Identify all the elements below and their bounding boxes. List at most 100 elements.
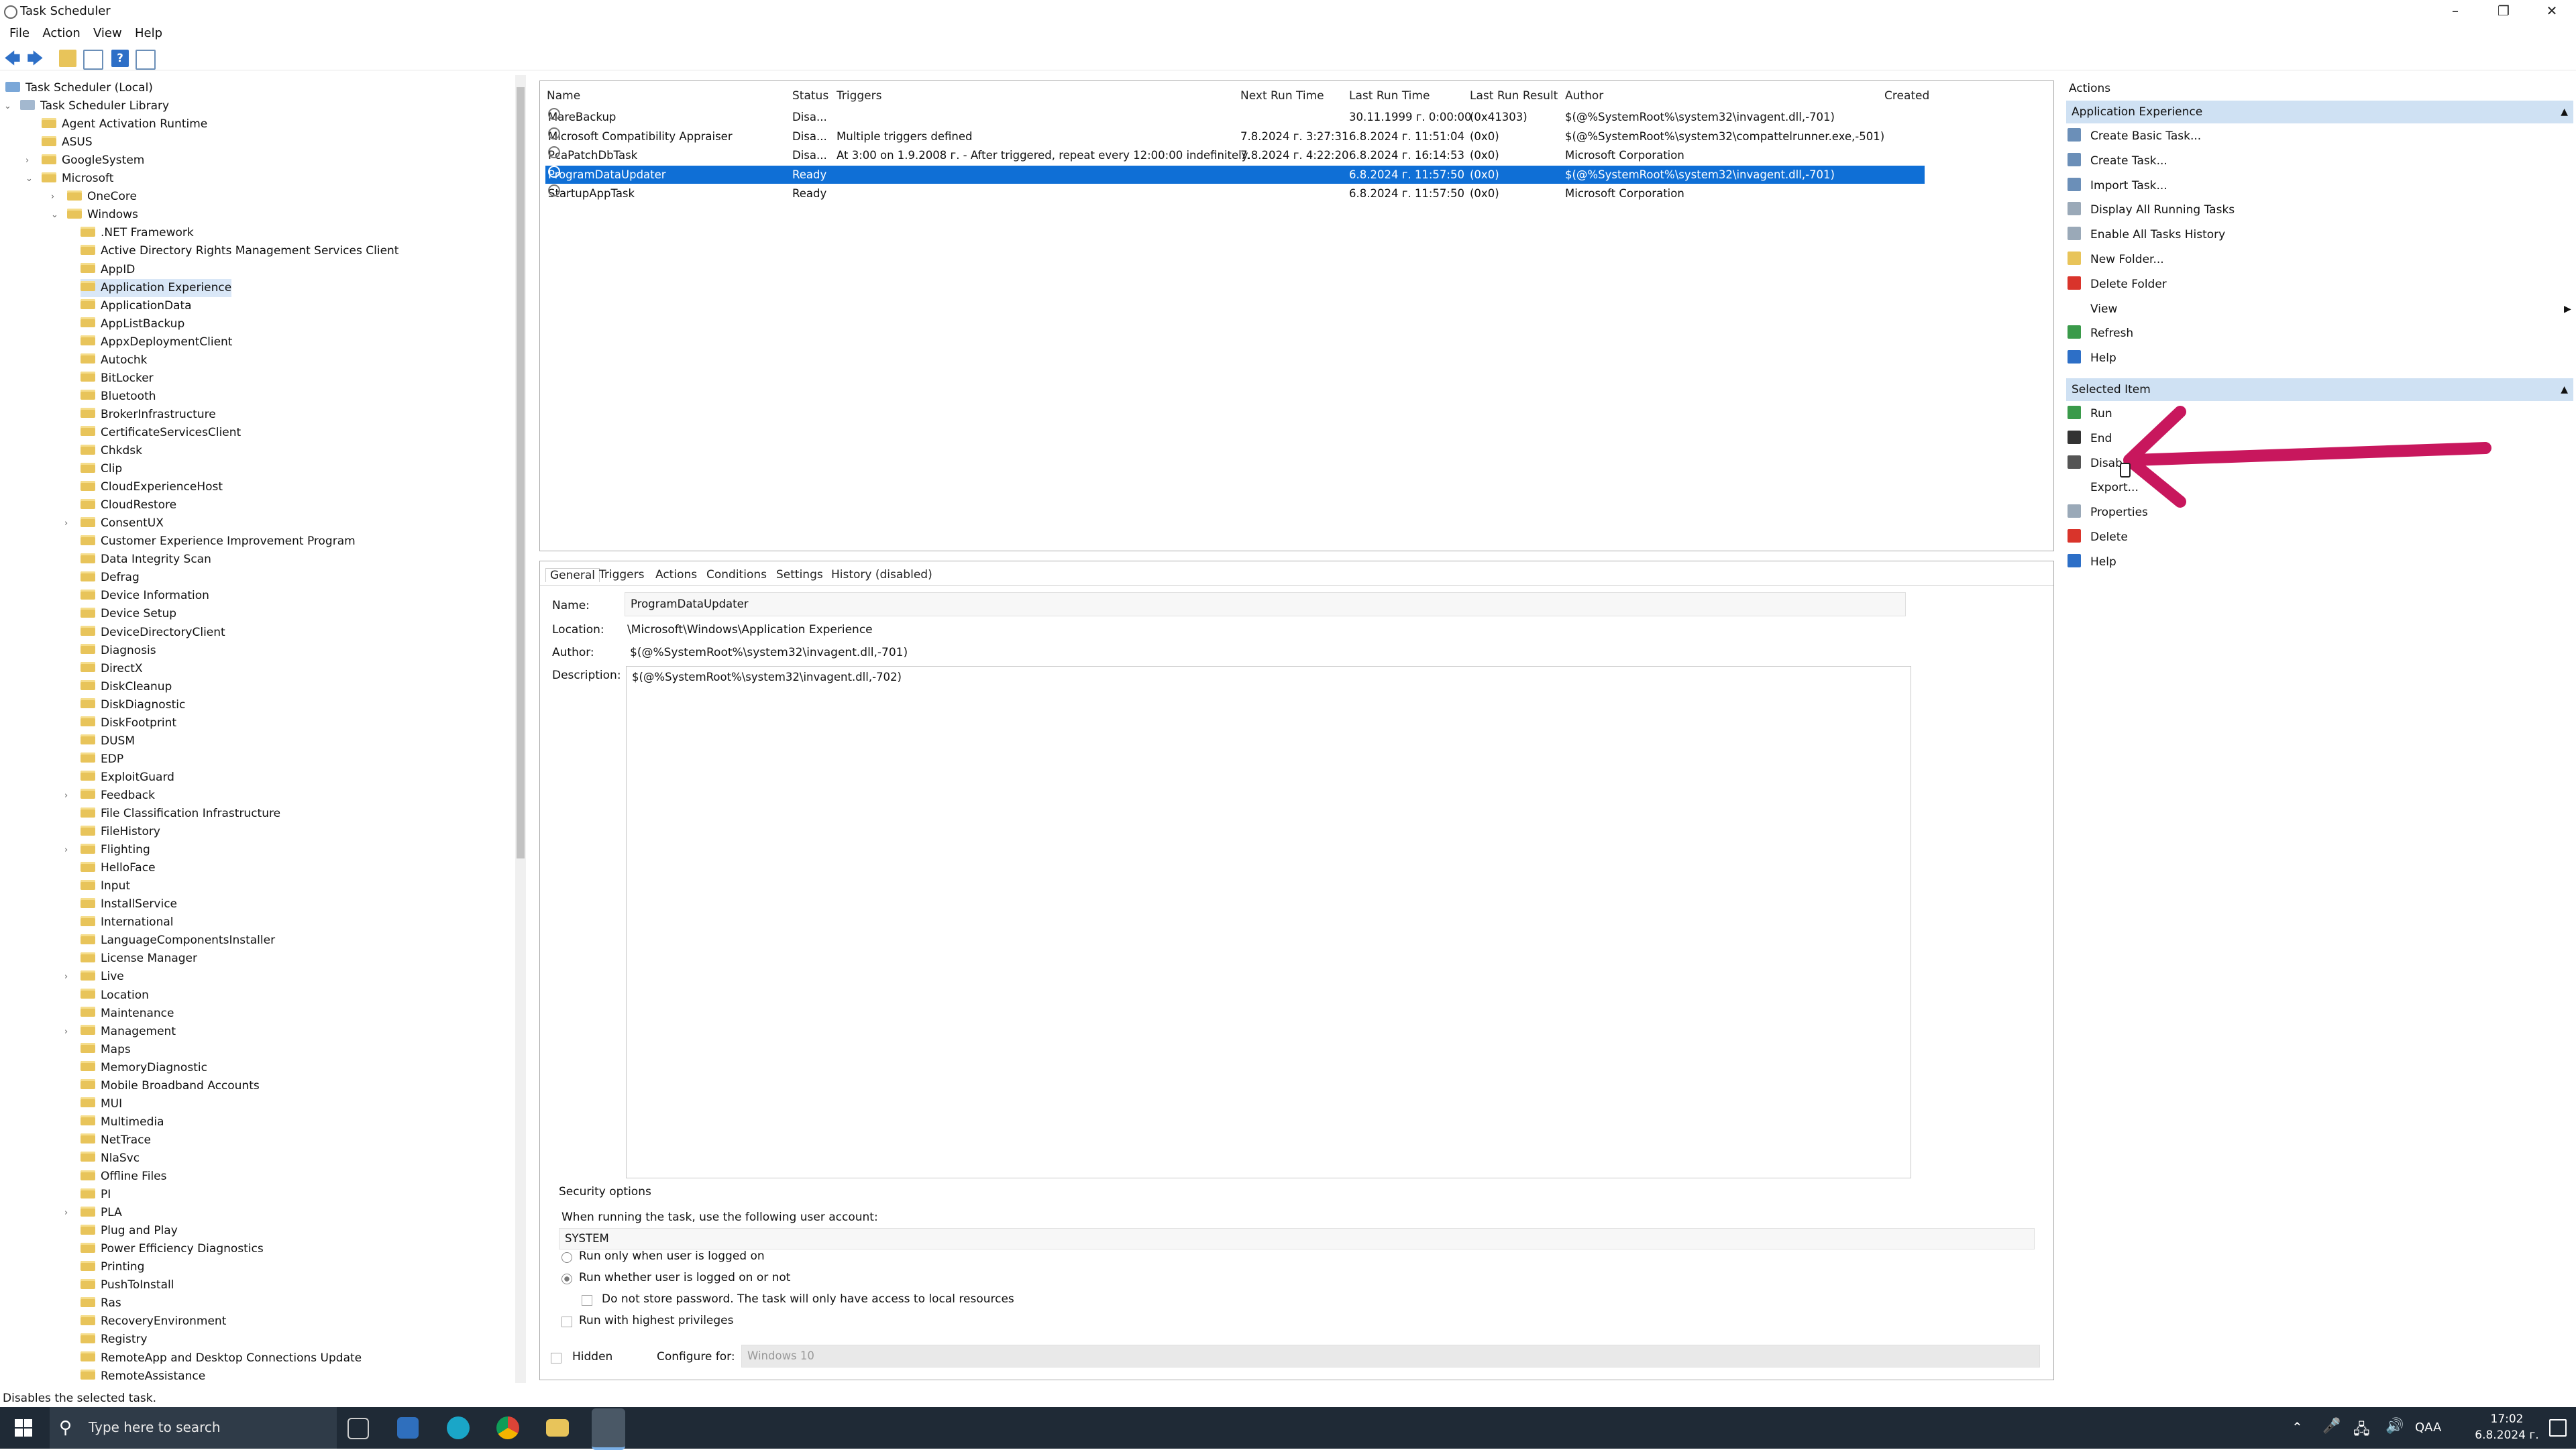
collapse-icon[interactable]: ▲ [2561, 101, 2568, 123]
tree-folder[interactable]: Maps [80, 1041, 131, 1059]
tree-folder[interactable]: CloudExperienceHost [80, 478, 223, 496]
search-box[interactable]: ⚲ Type here to search [50, 1407, 337, 1449]
tree-folder-selected[interactable]: Application Experience [80, 278, 232, 297]
action-new-folder[interactable]: New Folder... [2068, 248, 2164, 271]
tree-folder[interactable]: › Live [64, 968, 124, 986]
task-row[interactable]: Microsoft Compatibility Appraiser Disa...… [545, 127, 1925, 146]
task-row[interactable]: PcaPatchDbTask Disa... At 3:00 on 1.9.2008… [545, 146, 1925, 164]
tree-folder[interactable]: Clip [80, 460, 122, 478]
tree-folder[interactable]: › Management [64, 1023, 176, 1041]
tree-folder[interactable]: MemoryDiagnostic [80, 1059, 207, 1077]
file-explorer-icon[interactable] [546, 1419, 569, 1437]
action-help[interactable]: Help [2068, 347, 2116, 370]
show-hide-tree-icon[interactable] [83, 50, 103, 70]
expand-chevron-icon[interactable]: › [64, 787, 68, 805]
tree-library[interactable]: ⌄ Task Scheduler Library [4, 97, 169, 115]
tree-folder[interactable]: Defrag [80, 569, 140, 587]
tree-folder[interactable]: File Classification Infrastructure [80, 805, 280, 823]
tree-folder[interactable]: FileHistory [80, 823, 160, 841]
tree-folder[interactable]: › Flighting [64, 841, 150, 859]
network-icon[interactable]: 🖧 [2353, 1418, 2370, 1443]
column-header-last-result[interactable]: Last Run Result [1470, 89, 1558, 103]
expand-chevron-icon[interactable]: › [51, 188, 54, 206]
minimize-icon[interactable]: – [2435, 0, 2475, 21]
tree-folder[interactable]: › ConsentUX [64, 514, 164, 533]
tree-folder[interactable]: DiskCleanup [80, 678, 172, 696]
menu-view[interactable]: View [93, 24, 122, 43]
back-icon[interactable]: 🡄 [4, 50, 21, 67]
configure-for-select[interactable]: Windows 10 [741, 1345, 2040, 1368]
action-view[interactable]: View ▶ [2068, 298, 2571, 321]
tree-folder[interactable]: Diagnosis [80, 642, 156, 660]
action-create-basic-task[interactable]: Create Basic Task... [2068, 125, 2201, 148]
checkbox-highest-privileges[interactable] [561, 1317, 572, 1327]
tree-folder[interactable]: Autochk [80, 351, 147, 370]
tree-folder[interactable]: BitLocker [80, 370, 154, 388]
tree-folder[interactable]: DiskFootprint [80, 714, 176, 732]
language-indicator[interactable]: QAA [2415, 1420, 2441, 1435]
tree-folder[interactable]: Maintenance [80, 1005, 174, 1023]
tree-folder[interactable]: Multimedia [80, 1113, 164, 1131]
column-header-status[interactable]: Status [792, 89, 828, 103]
expand-chevron-icon[interactable]: › [64, 841, 68, 859]
tree-folder[interactable]: › PLA [64, 1204, 122, 1222]
collapse-chevron-icon[interactable]: ⌄ [25, 170, 33, 188]
expand-chevron-icon[interactable]: › [64, 1204, 68, 1222]
tree-folder[interactable]: PushToInstall [80, 1276, 174, 1294]
tree-root[interactable]: Task Scheduler (Local) [5, 79, 153, 97]
tree-folder[interactable]: Printing [80, 1258, 144, 1276]
menu-file[interactable]: File [9, 24, 30, 43]
tree-folder[interactable]: AppListBackup [80, 315, 184, 333]
column-header-name[interactable]: Name [547, 89, 580, 103]
tree-folder[interactable]: DiskDiagnostic [80, 696, 185, 714]
volume-icon[interactable]: 🔊 [2385, 1418, 2404, 1435]
tab-history[interactable]: History (disabled) [831, 568, 932, 581]
tree-folder[interactable]: ApplicationData [80, 297, 192, 315]
tree-folder[interactable]: DeviceDirectoryClient [80, 624, 225, 642]
expand-chevron-icon[interactable]: › [64, 514, 68, 533]
tree-folder[interactable]: Data Integrity Scan [80, 551, 211, 569]
action-display-all-running-tasks[interactable]: Display All Running Tasks [2068, 199, 2235, 221]
action-enable-all-tasks-history[interactable]: Enable All Tasks History [2068, 223, 2225, 246]
tree-folder[interactable]: Bluetooth [80, 388, 156, 406]
start-icon[interactable] [15, 1419, 32, 1437]
tree-folder[interactable]: BrokerInfrastructure [80, 406, 216, 424]
action-delete-folder[interactable]: Delete Folder [2068, 273, 2167, 296]
tree-folder[interactable]: Location [80, 987, 149, 1005]
tree-folder[interactable]: RecoveryEnvironment [80, 1313, 226, 1331]
tree-folder[interactable]: AppID [80, 261, 135, 279]
tab-general[interactable]: General [545, 568, 600, 582]
tree-folder[interactable]: Agent Activation Runtime [42, 115, 207, 133]
forward-icon[interactable]: 🡆 [27, 50, 44, 67]
tree-folder[interactable]: ⌄ Microsoft [25, 170, 113, 188]
task-view-icon[interactable] [347, 1418, 369, 1439]
tab-actions[interactable]: Actions [655, 568, 697, 581]
tab-settings[interactable]: Settings [776, 568, 823, 581]
tab-conditions[interactable]: Conditions [706, 568, 767, 581]
checkbox-hidden[interactable] [551, 1353, 561, 1363]
column-header-author[interactable]: Author [1565, 89, 1603, 103]
action-create-task[interactable]: Create Task... [2068, 150, 2167, 172]
tree-folder[interactable]: DirectX [80, 660, 143, 678]
show-hide-action-pane-icon[interactable] [136, 50, 156, 70]
column-header-next-run[interactable]: Next Run Time [1240, 89, 1324, 103]
tree-folder[interactable]: CertificateServicesClient [80, 424, 241, 442]
tree-folder[interactable]: NlaSvc [80, 1150, 140, 1168]
restore-icon[interactable]: ❐ [2483, 0, 2524, 21]
close-icon[interactable]: ✕ [2532, 0, 2572, 21]
collapse-icon[interactable]: ▲ [2561, 378, 2568, 401]
edge-icon[interactable] [447, 1416, 470, 1439]
tree-folder[interactable]: Device Information [80, 587, 209, 605]
radio-whether-logged-on[interactable] [561, 1274, 572, 1284]
tree-folder[interactable]: ⌄ Windows [51, 206, 138, 224]
checkbox-no-password[interactable] [582, 1295, 592, 1306]
action-run[interactable]: Run [2068, 402, 2112, 425]
action-import-task[interactable]: Import Task... [2068, 174, 2167, 197]
tree-folder[interactable]: AppxDeploymentClient [80, 333, 232, 351]
task-scheduler-taskbar-icon[interactable] [592, 1408, 625, 1450]
clock-time[interactable]: 17:02 [2470, 1412, 2544, 1426]
chrome-icon[interactable] [496, 1416, 519, 1439]
clock-date[interactable]: 6.8.2024 г. [2465, 1429, 2549, 1442]
tree-folder[interactable]: Customer Experience Improvement Program [80, 533, 356, 551]
tree-folder[interactable]: RemoteAssistance [80, 1368, 205, 1383]
